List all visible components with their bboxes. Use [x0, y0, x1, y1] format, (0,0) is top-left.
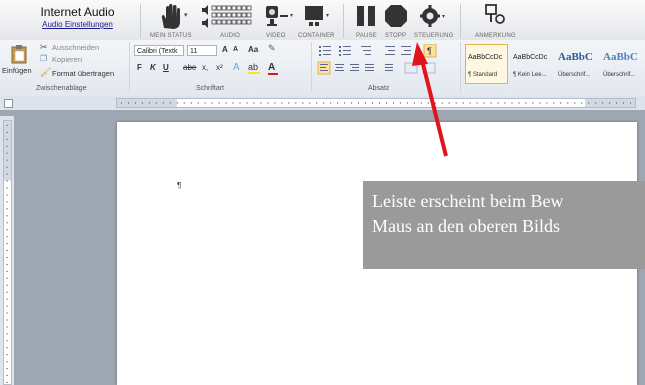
copy-label: Kopieren [52, 55, 83, 64]
font-size-select[interactable]: 11 [187, 45, 217, 56]
style-standard[interactable]: AaBbCcDc ¶ Standard [465, 44, 508, 84]
vertical-ruler[interactable] [3, 120, 12, 385]
annotation-button[interactable]: ANMERKUNG [470, 3, 520, 39]
brush-icon: 🖌 [40, 67, 52, 77]
shrink-font-button[interactable]: A [233, 46, 238, 53]
audio-label: AUDIO [220, 33, 241, 39]
paragraph-group-label: Absatz [368, 85, 390, 92]
strikethrough-button[interactable]: abe [183, 63, 196, 72]
control-label: STEUERUNG [414, 33, 454, 39]
callout-line-1: Leiste erscheint beim Bew [372, 191, 564, 211]
paste-button[interactable]: Einfügen [2, 42, 34, 82]
subscript-button[interactable]: x, [202, 63, 208, 72]
superscript-button[interactable]: x² [216, 63, 223, 72]
video-button[interactable]: VIDEO [262, 3, 296, 39]
cut-label: Ausschneiden [52, 43, 100, 52]
paragraph-controls[interactable]: ¶ [315, 44, 455, 80]
toolbar-separator [460, 4, 461, 38]
audio-settings-link[interactable]: Audio Einstellungen [25, 19, 130, 30]
underline-button[interactable]: U [163, 63, 169, 72]
style-no-spacing[interactable]: AaBbCcDc ¶ Kein Lee... [510, 44, 553, 84]
group-separator [311, 42, 312, 92]
audio-control[interactable]: AUDIO [200, 3, 260, 39]
annotation-icon [485, 4, 505, 24]
app-title: Internet Audio [40, 5, 115, 19]
toolbar-separator [343, 4, 344, 38]
ribbon-start-tab: Einfügen ✂ Ausschneiden ❐ Kopieren 🖌 For… [0, 40, 645, 97]
pause-icon [357, 6, 375, 26]
style-name: Überschrif... [603, 72, 636, 78]
highlight-color-button[interactable]: ab [248, 62, 262, 74]
clear-format-icon[interactable]: ✎ [268, 43, 280, 55]
webcam-icon [266, 6, 293, 26]
scissors-icon: ✂ [40, 42, 48, 52]
style-preview: AaBbC [603, 51, 638, 63]
my-status-label: MEIN STATUS [150, 33, 192, 39]
stop-label: STOPP [385, 33, 407, 39]
font-color-button[interactable]: A [268, 62, 282, 75]
svg-text:¶: ¶ [427, 46, 432, 56]
container-button[interactable]: CONTAINER [298, 3, 338, 39]
style-heading-1[interactable]: AaBbC Überschrif... [555, 44, 598, 84]
paragraph-mark: ¶ [177, 181, 182, 190]
cut-button[interactable]: ✂ Ausschneiden [38, 42, 114, 53]
format-painter-label: Format übertragen [52, 69, 115, 78]
paste-label: Einfügen [2, 66, 32, 75]
grow-font-button[interactable]: A [222, 45, 228, 54]
control-button[interactable]: STEUERUNG [414, 3, 454, 39]
hand-icon [161, 4, 180, 29]
toolbar-separator [140, 4, 141, 38]
copy-icon: ❐ [40, 54, 48, 63]
text-effects-icon[interactable]: A [233, 62, 240, 73]
copy-button[interactable]: ❐ Kopieren [38, 54, 114, 65]
my-status-button[interactable]: ▾ MEIN STATUS [150, 3, 198, 39]
group-separator [129, 42, 130, 92]
clipboard-icon [11, 45, 27, 64]
style-name: Überschrif... [558, 72, 591, 78]
internet-audio-panel: Internet Audio Audio Einstellungen [25, 5, 130, 30]
style-preview: AaBbCcDc [513, 54, 548, 61]
stop-icon [385, 5, 407, 27]
horizontal-ruler[interactable] [116, 98, 636, 108]
bold-button[interactable]: F [137, 63, 142, 72]
style-preview: AaBbC [558, 51, 593, 63]
annotation-label: ANMERKUNG [475, 33, 516, 39]
format-painter-button[interactable]: 🖌 Format übertragen [38, 67, 126, 79]
info-callout: Leiste erscheint beim Bew Maus an den ob… [363, 181, 645, 269]
style-heading-2[interactable]: AaBbC Überschrif... [600, 44, 645, 84]
tab-selector[interactable] [4, 99, 13, 108]
video-label: VIDEO [266, 33, 286, 39]
gear-icon [420, 5, 445, 27]
font-group-label: Schriftart [196, 85, 225, 92]
stop-button[interactable]: STOPP [382, 3, 410, 39]
container-label: CONTAINER [298, 33, 335, 39]
group-separator [460, 42, 461, 92]
container-icon [305, 6, 329, 26]
style-name: ¶ Standard [468, 72, 498, 78]
font-family-select[interactable]: Calibri (Textk [134, 45, 184, 56]
audio-level-icon [202, 5, 252, 28]
clipboard-group-label: Zwischenablage [36, 85, 87, 92]
italic-button[interactable]: K [150, 63, 156, 72]
style-preview: AaBbCcDc [468, 54, 503, 61]
pause-label: PAUSE [356, 33, 377, 39]
change-case-button[interactable]: Aa [248, 45, 258, 54]
callout-line-2: Maus an den oberen Bilds [372, 216, 560, 236]
style-name: ¶ Kein Lee... [513, 72, 547, 78]
pause-button[interactable]: PAUSE [352, 3, 380, 39]
floating-toolbar: Internet Audio Audio Einstellungen ▾ MEI… [0, 0, 645, 41]
